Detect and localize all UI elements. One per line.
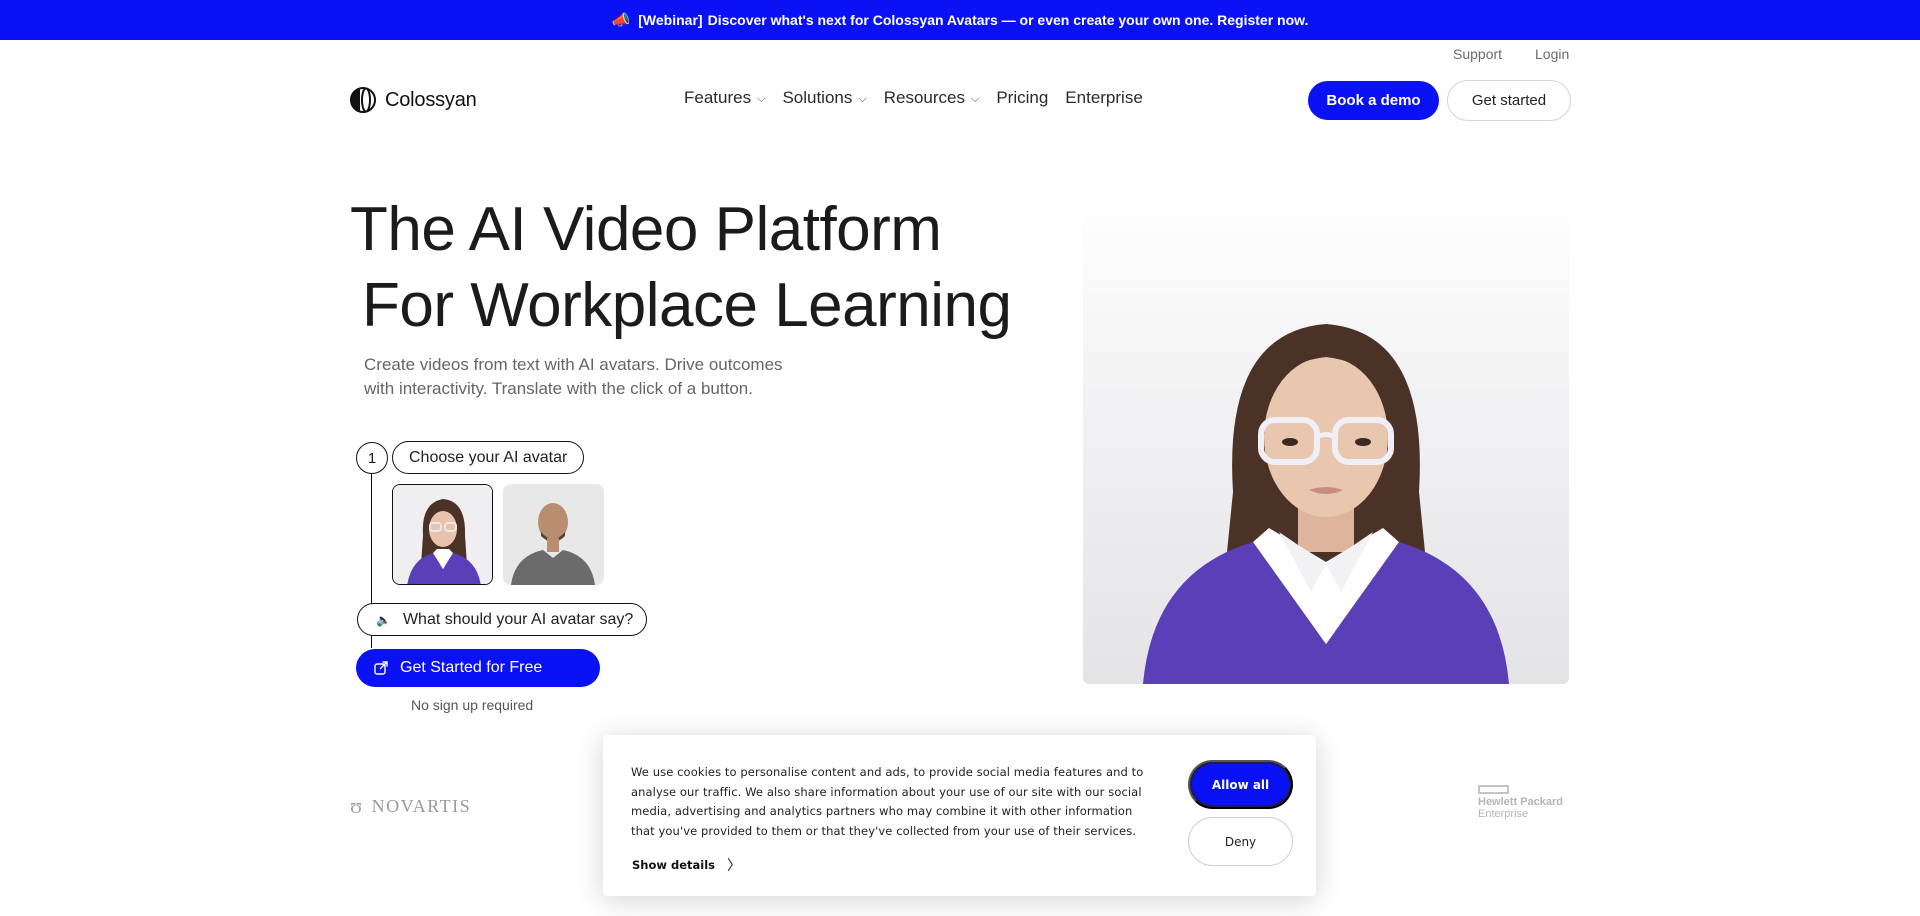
chevron-right-icon: 〉	[727, 858, 742, 874]
book-demo-button[interactable]: Book a demo	[1308, 81, 1439, 120]
hero-avatar-image	[1083, 192, 1569, 684]
chevron-down-icon: ⌵	[858, 92, 867, 105]
allow-all-button[interactable]: Allow all	[1188, 760, 1293, 809]
cookie-consent-text: We use cookies to personalise content an…	[631, 765, 1144, 838]
support-link[interactable]: Support	[1453, 46, 1502, 62]
step-label-choose-avatar: Choose your AI avatar	[392, 441, 585, 474]
hero-subtitle: Create videos from text with AI avatars.…	[364, 355, 783, 398]
hpe-logo: Hewlett Packard Enterprise	[1478, 785, 1563, 820]
hero-title-line-1: The AI Video Platform	[350, 195, 942, 264]
speaker-icon: 🔈	[376, 612, 391, 627]
get-started-free-button[interactable]: Get Started for Free	[356, 649, 600, 687]
avatar-option-male[interactable]	[503, 484, 604, 585]
chevron-down-icon: ⌵	[970, 92, 980, 105]
external-link-icon	[374, 661, 388, 675]
brand-name: Colossyan	[385, 88, 477, 111]
main-nav: Features ⌵ Solutions ⌵ Resources ⌵ Prici…	[684, 88, 1160, 108]
show-details-link[interactable]: Show details 〉	[632, 855, 741, 875]
announcement-banner[interactable]: 📣 [Webinar] Discover what's next for Col…	[0, 0, 1920, 40]
nav-resources[interactable]: Resources ⌵	[884, 88, 980, 108]
show-details-label: Show details	[632, 858, 716, 872]
no-signup-note: No sign up required	[411, 697, 534, 713]
step-number-badge: 1	[356, 442, 388, 474]
hpe-box-icon	[1478, 785, 1509, 794]
avatar-script-input[interactable]: 🔈 What should your AI avatar say?	[357, 603, 647, 636]
nav-resources-label: Resources	[883, 88, 965, 107]
hero-avatar-illustration	[1143, 324, 1509, 684]
banner-text[interactable]: Discover what's next for Colossyan Avata…	[708, 12, 1309, 28]
nav-solutions-label: Solutions	[782, 88, 853, 107]
novartis-wordmark: NOVARTIS	[371, 795, 472, 816]
nav-pricing-label: Pricing	[996, 88, 1049, 107]
brand-logo[interactable]: Colossyan	[350, 87, 477, 113]
hero-title-line-2: For Workplace Learning	[362, 271, 1012, 340]
get-started-button[interactable]: Get started	[1447, 80, 1571, 121]
nav-enterprise-label: Enterprise	[1065, 88, 1143, 107]
nav-solutions[interactable]: Solutions ⌵	[782, 88, 866, 108]
hpe-wordmark-line-1: Hewlett Packard	[1478, 796, 1563, 808]
deny-button[interactable]: Deny	[1188, 817, 1293, 866]
novartis-logo: ʊ NOVARTIS	[350, 793, 471, 819]
nav-pricing[interactable]: Pricing	[996, 88, 1048, 108]
avatar-script-placeholder: What should your AI avatar say?	[402, 610, 634, 628]
male-avatar-thumbnail	[503, 484, 604, 585]
hpe-wordmark-line-2: Enterprise	[1478, 808, 1529, 820]
cookie-consent-dialog: We use cookies to personalise content an…	[603, 735, 1316, 896]
nav-enterprise[interactable]: Enterprise	[1065, 88, 1142, 108]
nav-features-label: Features	[684, 88, 752, 107]
login-link[interactable]: Login	[1535, 46, 1569, 62]
nav-features[interactable]: Features ⌵	[684, 88, 765, 108]
banner-tag: [Webinar]	[638, 12, 703, 28]
hero-title: The AI Video Platform For Workplace Lear…	[350, 192, 1012, 344]
megaphone-icon: 📣	[611, 12, 631, 29]
novartis-flame-icon: ʊ	[350, 793, 364, 818]
colossyan-logo-icon	[350, 87, 376, 113]
get-started-free-label: Get Started for Free	[400, 659, 543, 676]
female-avatar-thumbnail	[393, 485, 492, 584]
chevron-down-icon: ⌵	[757, 92, 766, 105]
avatar-option-female[interactable]	[392, 484, 493, 585]
